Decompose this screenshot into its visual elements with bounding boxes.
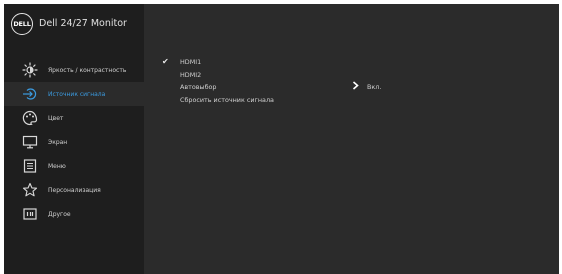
sidebar-item-color[interactable]: Цвет bbox=[4, 106, 144, 130]
brightness-icon bbox=[22, 62, 38, 78]
sidebar-item-brightness-contrast[interactable]: Яркость / контрастность bbox=[4, 58, 144, 82]
sidebar-item-label: Экран bbox=[48, 138, 68, 146]
menu-icon bbox=[22, 158, 38, 174]
option-label: HDMI2 bbox=[180, 70, 202, 79]
option-label: HDMI1 bbox=[180, 58, 202, 66]
sidebar-item-label: Персонализация bbox=[48, 186, 101, 194]
monitor-osd: DELL Dell 24/27 Monitor Яркость / контра… bbox=[4, 4, 559, 274]
input-source-icon bbox=[22, 86, 38, 102]
input-source-options: ✔ HDMI1 HDMI2 Автовыбор Вкл. Сбросить ис… bbox=[162, 57, 552, 107]
option-reset-input-source[interactable]: Сбросить источник сигнала bbox=[162, 95, 552, 108]
option-label: Автовыбор bbox=[180, 83, 217, 91]
sidebar-item-display[interactable]: Экран bbox=[4, 130, 144, 154]
sidebar: DELL Dell 24/27 Monitor Яркость / контра… bbox=[4, 4, 144, 274]
dell-logo: DELL bbox=[11, 13, 33, 35]
sidebar-item-label: Источник сигнала bbox=[48, 90, 106, 98]
sidebar-item-input-source[interactable]: Источник сигнала bbox=[4, 82, 144, 106]
display-icon bbox=[22, 134, 38, 150]
option-auto-select[interactable]: Автовыбор Вкл. bbox=[162, 81, 552, 95]
color-icon bbox=[22, 110, 38, 126]
other-icon bbox=[22, 206, 38, 222]
checkmark-icon: ✔ bbox=[162, 57, 169, 66]
sidebar-item-personalize[interactable]: Персонализация bbox=[4, 178, 144, 202]
sidebar-item-menu[interactable]: Меню bbox=[4, 154, 144, 178]
option-hdmi1[interactable]: ✔ HDMI1 bbox=[162, 57, 552, 70]
sidebar-item-other[interactable]: Другое bbox=[4, 202, 144, 226]
sidebar-item-label: Меню bbox=[48, 162, 66, 170]
sidebar-item-label: Яркость / контрастность bbox=[48, 66, 127, 74]
monitor-model-title: Dell 24/27 Monitor bbox=[39, 18, 127, 29]
sidebar-item-label: Цвет bbox=[48, 114, 64, 122]
option-label: Сбросить источник сигнала bbox=[180, 95, 274, 104]
option-value: Вкл. bbox=[367, 83, 382, 91]
chevron-right-icon bbox=[352, 81, 359, 93]
star-icon bbox=[22, 182, 38, 198]
sidebar-item-label: Другое bbox=[48, 210, 71, 218]
osd-header: DELL Dell 24/27 Monitor bbox=[4, 4, 144, 42]
sidebar-nav: Яркость / контрастность Источник сигнала bbox=[4, 58, 144, 226]
main-panel: ✔ HDMI1 HDMI2 Автовыбор Вкл. Сбросить ис… bbox=[144, 4, 559, 274]
